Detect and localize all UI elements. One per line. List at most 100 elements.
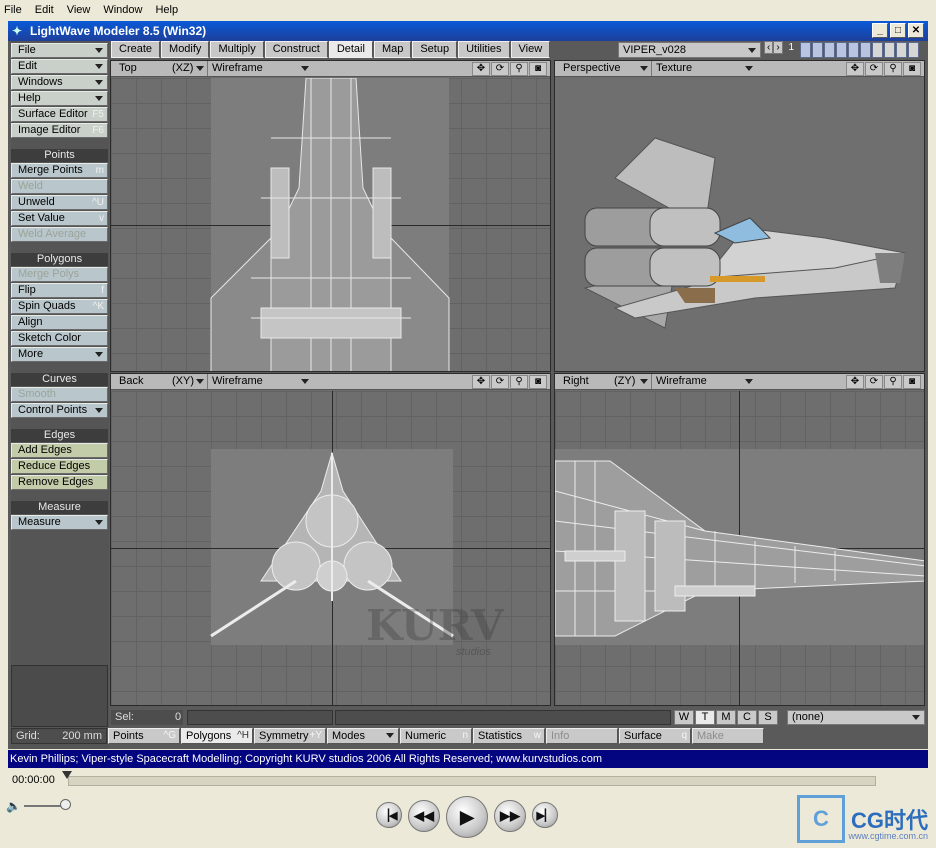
skip-back-button[interactable]: ▕◀ bbox=[376, 802, 402, 828]
sb-edit-menu[interactable]: Edit bbox=[11, 59, 108, 74]
os-menu-help[interactable]: Help bbox=[155, 4, 178, 16]
layer-slot[interactable] bbox=[908, 42, 919, 58]
surface-button[interactable]: Surface q bbox=[619, 728, 691, 744]
next-layer-icon[interactable]: › bbox=[773, 41, 783, 54]
zoom-icon[interactable]: ⚲ bbox=[510, 375, 528, 389]
speaker-icon[interactable]: 🔈 bbox=[6, 799, 21, 813]
viewport-right[interactable]: Right (ZY) Wireframe ✥ ⟳ ⚲ ◙ bbox=[554, 373, 925, 706]
viewport-mode-select[interactable]: Wireframe bbox=[651, 374, 757, 389]
pan-icon[interactable]: ✥ bbox=[846, 62, 864, 76]
weld-average-button[interactable]: Weld Average bbox=[11, 227, 108, 242]
info-button[interactable]: Info bbox=[546, 728, 618, 744]
add-edges-button[interactable]: Add Edges bbox=[11, 443, 108, 458]
layer-slot[interactable] bbox=[848, 42, 859, 58]
tab-detail[interactable]: Detail bbox=[328, 41, 373, 58]
prev-layer-icon[interactable]: ‹ bbox=[764, 41, 774, 54]
tab-multiply[interactable]: Multiply bbox=[210, 41, 264, 58]
os-menu-edit[interactable]: Edit bbox=[35, 4, 54, 16]
pan-icon[interactable]: ✥ bbox=[472, 62, 490, 76]
layer-slot[interactable] bbox=[824, 42, 835, 58]
sb-help-menu[interactable]: Help bbox=[11, 91, 108, 106]
rotate-icon[interactable]: ⟳ bbox=[491, 375, 509, 389]
s-button[interactable]: S bbox=[758, 710, 778, 725]
volume-knob[interactable] bbox=[60, 799, 71, 810]
object-select[interactable]: VIPER_v028 bbox=[618, 42, 761, 58]
m-button[interactable]: M bbox=[716, 710, 736, 725]
remove-edges-button[interactable]: Remove Edges bbox=[11, 475, 108, 490]
maximize-viewport-icon[interactable]: ◙ bbox=[529, 375, 547, 389]
control-points-menu[interactable]: Control Points bbox=[11, 403, 108, 418]
zoom-icon[interactable]: ⚲ bbox=[510, 62, 528, 76]
tab-view[interactable]: View bbox=[510, 41, 551, 58]
seek-bar[interactable]: 00:00:00 bbox=[8, 770, 928, 792]
layer-slot[interactable] bbox=[872, 42, 883, 58]
viewport-mode-select[interactable]: Texture bbox=[651, 61, 757, 76]
unweld-button[interactable]: Unweld ^U bbox=[11, 195, 108, 210]
os-menu-file[interactable]: File bbox=[4, 4, 22, 16]
layer-slot[interactable] bbox=[836, 42, 847, 58]
pan-icon[interactable]: ✥ bbox=[472, 375, 490, 389]
polygons-mode-button[interactable]: Polygons ^H bbox=[181, 728, 253, 744]
layer-slot[interactable] bbox=[896, 42, 907, 58]
statistics-button[interactable]: Statistics w bbox=[473, 728, 545, 744]
maximize-viewport-icon[interactable]: ◙ bbox=[903, 375, 921, 389]
sketch-color-button[interactable]: Sketch Color bbox=[11, 331, 108, 346]
os-menu-window[interactable]: Window bbox=[103, 4, 142, 16]
layer-slot[interactable] bbox=[884, 42, 895, 58]
tab-modify[interactable]: Modify bbox=[161, 41, 210, 58]
symmetry-button[interactable]: Symmetry +Y bbox=[254, 728, 326, 744]
minimize-button[interactable]: _ bbox=[872, 23, 888, 38]
playhead-icon[interactable] bbox=[62, 771, 72, 779]
layer-slot[interactable] bbox=[812, 42, 823, 58]
c-button[interactable]: C bbox=[737, 710, 757, 725]
flip-button[interactable]: Flip f bbox=[11, 283, 108, 298]
maximize-viewport-icon[interactable]: ◙ bbox=[903, 62, 921, 76]
skip-forward-button[interactable]: ▶▏ bbox=[532, 802, 558, 828]
viewport-back[interactable]: Back (XY) Wireframe ✥ ⟳ ⚲ ◙ KURV studios bbox=[110, 373, 551, 706]
t-button[interactable]: T bbox=[695, 710, 715, 725]
viewport-top[interactable]: Top (XZ) Wireframe ✥ ⟳ ⚲ ◙ bbox=[110, 60, 551, 372]
maximize-button[interactable]: □ bbox=[890, 23, 906, 38]
pan-icon[interactable]: ✥ bbox=[846, 375, 864, 389]
viewport-mode-select[interactable]: Wireframe bbox=[207, 374, 313, 389]
tab-create[interactable]: Create bbox=[111, 41, 161, 58]
close-button[interactable]: ✕ bbox=[908, 23, 924, 38]
reduce-edges-button[interactable]: Reduce Edges bbox=[11, 459, 108, 474]
align-button[interactable]: Align bbox=[11, 315, 108, 330]
image-editor-button[interactable]: Image Editor F6 bbox=[11, 123, 108, 138]
layer-slot[interactable] bbox=[860, 42, 871, 58]
tab-construct[interactable]: Construct bbox=[264, 41, 328, 58]
set-value-button[interactable]: Set Value v bbox=[11, 211, 108, 226]
points-mode-button[interactable]: Points ^G bbox=[108, 728, 180, 744]
measure-menu[interactable]: Measure bbox=[11, 515, 108, 530]
viewport-axis-label[interactable]: (XY) bbox=[172, 374, 194, 389]
spin-quads-button[interactable]: Spin Quads ^K bbox=[11, 299, 108, 314]
surface-select[interactable]: (none) bbox=[787, 710, 925, 725]
tab-setup[interactable]: Setup bbox=[412, 41, 458, 58]
numeric-button[interactable]: Numeric n bbox=[400, 728, 472, 744]
layer-nav-buttons[interactable]: ‹ › 1 bbox=[764, 41, 794, 54]
seek-track[interactable] bbox=[68, 776, 876, 786]
weld-button[interactable]: Weld bbox=[11, 179, 108, 194]
maximize-viewport-icon[interactable]: ◙ bbox=[529, 62, 547, 76]
viewport-mode-select[interactable]: Wireframe bbox=[207, 61, 313, 76]
sb-windows-menu[interactable]: Windows bbox=[11, 75, 108, 90]
make-button[interactable]: Make bbox=[692, 728, 764, 744]
merge-polys-button[interactable]: Merge Polys bbox=[11, 267, 108, 282]
layer-slot[interactable] bbox=[800, 42, 811, 58]
w-button[interactable]: W bbox=[674, 710, 694, 725]
rotate-icon[interactable]: ⟳ bbox=[865, 375, 883, 389]
rotate-icon[interactable]: ⟳ bbox=[865, 62, 883, 76]
merge-points-button[interactable]: Merge Points m bbox=[11, 163, 108, 178]
os-menu-view[interactable]: View bbox=[67, 4, 91, 16]
viewport-view-label[interactable]: Perspective bbox=[563, 61, 648, 76]
more-menu[interactable]: More bbox=[11, 347, 108, 362]
viewport-perspective[interactable]: Perspective Texture ✥ ⟳ ⚲ ◙ bbox=[554, 60, 925, 372]
rotate-icon[interactable]: ⟳ bbox=[491, 62, 509, 76]
smooth-button[interactable]: Smooth bbox=[11, 387, 108, 402]
modes-menu[interactable]: Modes bbox=[327, 728, 399, 744]
tab-utilities[interactable]: Utilities bbox=[458, 41, 510, 58]
zoom-icon[interactable]: ⚲ bbox=[884, 375, 902, 389]
play-button[interactable]: ▶ bbox=[446, 796, 488, 838]
sb-file-menu[interactable]: File bbox=[11, 43, 108, 58]
